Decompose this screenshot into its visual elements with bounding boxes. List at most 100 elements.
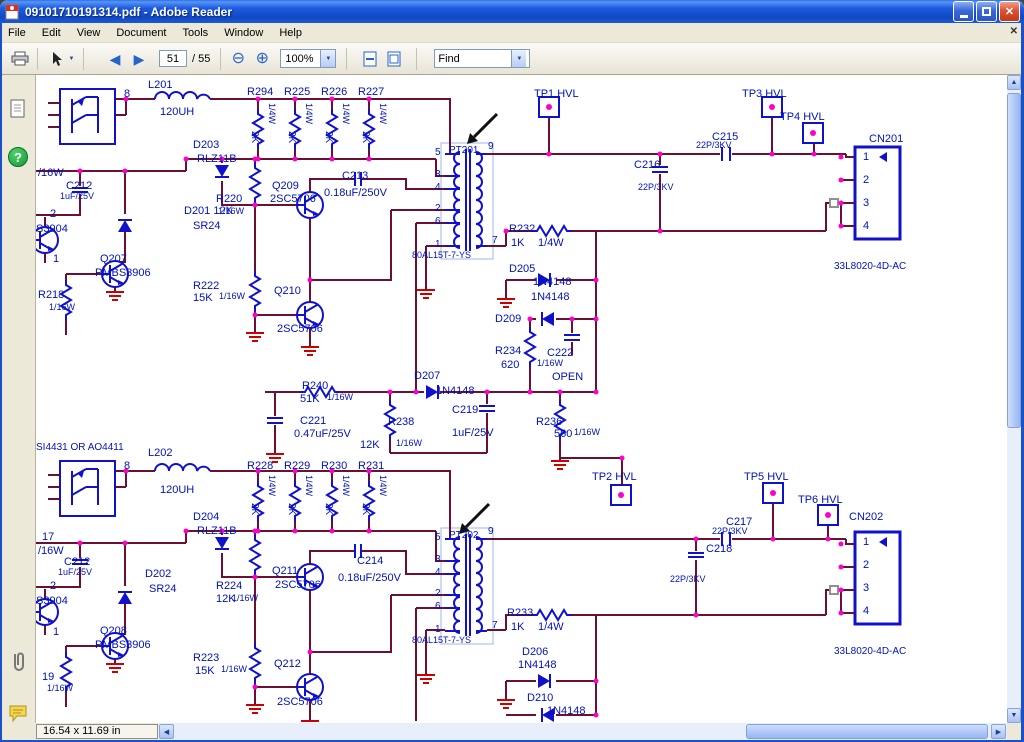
- schematic-label: D210: [527, 692, 553, 704]
- schematic-label: 560: [554, 428, 572, 440]
- main-area: ?: [0, 75, 1024, 723]
- toolbar-separator: [346, 48, 347, 70]
- minimize-button[interactable]: [953, 1, 974, 22]
- horizontal-scroll-thumb[interactable]: [746, 724, 988, 739]
- close-document-button[interactable]: ✕: [1010, 26, 1018, 37]
- next-page-button[interactable]: ▶: [127, 47, 151, 71]
- zoom-in-button[interactable]: ⊕: [250, 47, 274, 71]
- scroll-left-button[interactable]: ◀: [159, 724, 174, 739]
- minimize-icon: [960, 15, 968, 18]
- schematic-label: C219: [452, 404, 478, 416]
- find-input[interactable]: [435, 50, 511, 67]
- menu-tools[interactable]: Tools: [175, 24, 217, 42]
- navigation-sidebar: ?: [0, 75, 36, 723]
- status-bar: 16.54 x 11.69 in ◀ ▶: [0, 723, 1024, 740]
- select-tool-button[interactable]: ▼: [49, 47, 78, 71]
- schematic-label: 1/4W: [303, 475, 313, 496]
- schematic-label: 120UH: [160, 484, 194, 496]
- schematic-label: 1N4148: [531, 291, 570, 303]
- schematic-label: 3: [863, 197, 869, 209]
- title-bar: 09101710191314.pdf - Adobe Reader ✕: [0, 0, 1024, 23]
- schematic-label: PT201: [449, 145, 478, 156]
- schematic-label: D207: [414, 370, 440, 382]
- schematic-label: 120UH: [160, 106, 194, 118]
- pdf-file-icon: [4, 4, 20, 20]
- schematic-label: 17: [42, 531, 54, 543]
- schematic-label: 8: [124, 88, 130, 100]
- vertical-scroll-thumb[interactable]: [1007, 93, 1021, 428]
- schematic-label: 1/4W: [538, 621, 564, 633]
- maximize-button[interactable]: [976, 1, 997, 22]
- schematic-label: C213: [342, 170, 368, 182]
- horizontal-scrollbar[interactable]: ◀ ▶: [158, 723, 1007, 740]
- schematic-label: 1/4W: [266, 103, 276, 124]
- menu-window[interactable]: Window: [216, 24, 271, 42]
- scroll-right-button[interactable]: ▶: [991, 724, 1006, 739]
- schematic-label: 0.47uF/25V: [294, 428, 351, 440]
- comments-icon: [8, 704, 28, 722]
- menu-help[interactable]: Help: [271, 24, 310, 42]
- schematic-label: D204: [193, 511, 219, 523]
- previous-page-button[interactable]: ◀: [103, 47, 127, 71]
- schematic-label: 5: [435, 532, 441, 543]
- schematic-label: C214: [357, 555, 383, 567]
- adobe-reader-window: 09101710191314.pdf - Adobe Reader ✕ File…: [0, 0, 1024, 742]
- chevron-down-icon: ▼: [320, 50, 335, 67]
- schematic-labels: L2018120UHR294R225R226R2271/4W1/4W1/4W1/…: [36, 75, 1007, 723]
- zoom-level-select[interactable]: 100% ▼: [280, 49, 336, 68]
- menu-file[interactable]: File: [0, 24, 34, 42]
- zoom-out-button[interactable]: ⊖: [226, 47, 250, 71]
- print-button[interactable]: [8, 47, 32, 71]
- schematic-label: 1/16W: [537, 359, 563, 369]
- schematic-label: 1/16W: [327, 393, 353, 403]
- back-arrow-icon: ◀: [110, 52, 121, 66]
- schematic-label: CN201: [869, 133, 903, 145]
- how-to-button[interactable]: ?: [6, 145, 30, 169]
- schematic-label: R222: [193, 280, 219, 292]
- scroll-right-icon: ▶: [996, 728, 1001, 736]
- document-page[interactable]: L2018120UHR294R225R226R2271/4W1/4W1/4W1/…: [36, 75, 1007, 723]
- document-size-label: 16.54 x 11.69 in: [36, 724, 158, 739]
- find-box[interactable]: ▼: [434, 49, 530, 68]
- pages-panel-button[interactable]: [6, 97, 30, 121]
- schematic-label: 1N4148: [547, 705, 586, 717]
- scroll-down-button[interactable]: ▼: [1007, 708, 1021, 723]
- fit-page-button[interactable]: [382, 47, 406, 71]
- schematic-label: 2: [435, 588, 441, 599]
- close-button[interactable]: ✕: [999, 1, 1020, 22]
- schematic-label: 2K: [249, 131, 260, 143]
- vertical-scrollbar[interactable]: ▲ ▼: [1007, 75, 1021, 723]
- schematic-label: 4: [863, 605, 869, 617]
- schematic-label: 2: [863, 174, 869, 186]
- attachments-button[interactable]: [6, 650, 30, 674]
- schematic-label: R234: [495, 345, 521, 357]
- schematic-label: D206: [522, 646, 548, 658]
- schematic-label: 1: [863, 536, 869, 548]
- menu-view[interactable]: View: [69, 24, 109, 42]
- schematic-label: 1/4W: [340, 475, 350, 496]
- schematic-label: 2: [50, 580, 56, 592]
- pages-panel-icon: [9, 98, 27, 120]
- schematic-label: 22P/3KV: [712, 527, 748, 537]
- fit-width-button[interactable]: [358, 47, 382, 71]
- menu-edit[interactable]: Edit: [34, 24, 69, 42]
- schematic-label: 2SC5706: [277, 323, 323, 335]
- schematic-label: 6: [435, 601, 441, 612]
- schematic-label: 2: [50, 208, 56, 220]
- schematic-label: 22P/3KV: [670, 575, 706, 585]
- schematic-label: Q211: [272, 565, 298, 577]
- schematic-label: C216: [634, 159, 660, 171]
- schematic-label: Q208: [100, 625, 127, 637]
- schematic-label: 1/4W: [340, 103, 350, 124]
- close-icon: ✕: [1005, 5, 1014, 18]
- page-number-input[interactable]: [159, 50, 187, 67]
- schematic-label: 9: [488, 141, 494, 152]
- comments-button[interactable]: [6, 701, 30, 725]
- menu-document[interactable]: Document: [108, 24, 174, 42]
- scroll-up-button[interactable]: ▲: [1007, 75, 1021, 90]
- schematic-label: PT202: [449, 530, 478, 541]
- schematic-label: 1: [53, 253, 59, 265]
- scroll-down-icon: ▼: [1011, 712, 1018, 719]
- schematic-label: 5: [435, 147, 441, 158]
- schematic-label: R224: [216, 580, 242, 592]
